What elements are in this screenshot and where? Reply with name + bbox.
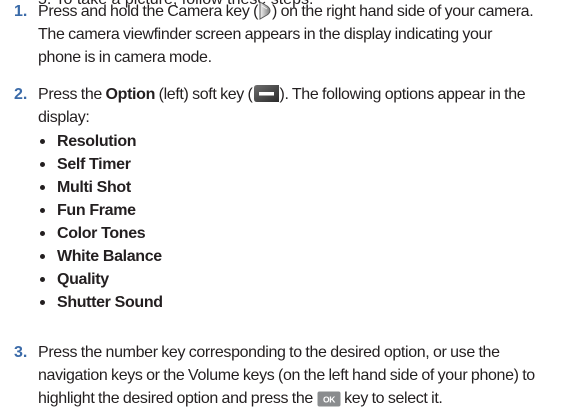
step-text: Press the Option (left) soft key ( ). The… (38, 83, 583, 129)
list-item: Quality (38, 268, 163, 291)
list-item: Resolution (38, 130, 163, 153)
step-number: 3. (14, 344, 28, 361)
bullet-icon (40, 162, 45, 167)
text-segment: highlight the desired option and press t… (38, 390, 317, 407)
step-line: Press the Option (left) soft key ( ). The… (38, 83, 583, 106)
step-line: The camera viewfinder screen appears in … (38, 26, 493, 43)
text-segment: Press and hold the Camera key ( (38, 3, 259, 20)
option-label: Multi Shot (57, 179, 131, 196)
step-line: highlight the desired option and press t… (38, 387, 583, 410)
step-text: Press the number key corresponding to th… (38, 341, 583, 410)
step-line: Press the number key corresponding to th… (38, 344, 500, 361)
step-line: Press and hold the Camera key ( ) on the … (38, 0, 583, 23)
option-label: Shutter Sound (57, 294, 163, 311)
option-label: Fun Frame (57, 202, 136, 219)
text-segment: Press the (38, 86, 106, 103)
list-item: Self Timer (38, 153, 163, 176)
bullet-icon (40, 139, 45, 144)
text-segment: ). The following options appear in the (279, 86, 526, 103)
step-text: Press and hold the Camera key ( ) on the … (38, 0, 583, 69)
list-item: Fun Frame (38, 199, 163, 222)
list-item: Shutter Sound (38, 291, 163, 314)
camera-options-list: Resolution Self Timer Multi Shot Fun Fra… (38, 130, 163, 314)
bullet-icon (40, 277, 45, 282)
left-soft-key-icon (253, 84, 280, 110)
step-line: display: (38, 109, 90, 126)
option-label: Quality (57, 271, 109, 288)
option-label: Resolution (57, 133, 137, 150)
ok-key-icon: OK (317, 391, 341, 414)
option-label: Color Tones (57, 225, 146, 242)
option-label: Self Timer (57, 156, 131, 173)
text-segment: (left) soft key ( (155, 86, 253, 103)
list-item: Multi Shot (38, 176, 163, 199)
step-number: 2. (14, 86, 28, 103)
bullet-icon (40, 208, 45, 213)
list-item: White Balance (38, 245, 163, 268)
bullet-icon (40, 185, 45, 190)
option-key-label: Option (105, 86, 156, 103)
text-segment: key to select it. (340, 390, 443, 407)
option-label: White Balance (57, 248, 162, 265)
ok-key-label: OK (323, 395, 336, 405)
bullet-icon (40, 231, 45, 236)
manual-page: 5. To take a picture, follow these steps… (0, 0, 585, 414)
step-line: phone is in camera mode. (38, 49, 212, 66)
text-segment: ) on the right hand side of your camera. (272, 3, 534, 20)
list-item: Color Tones (38, 222, 163, 245)
bullet-icon (40, 254, 45, 259)
bullet-icon (40, 300, 45, 305)
step-line: navigation keys or the Volume keys (on t… (38, 367, 535, 384)
step-number: 1. (14, 3, 28, 20)
